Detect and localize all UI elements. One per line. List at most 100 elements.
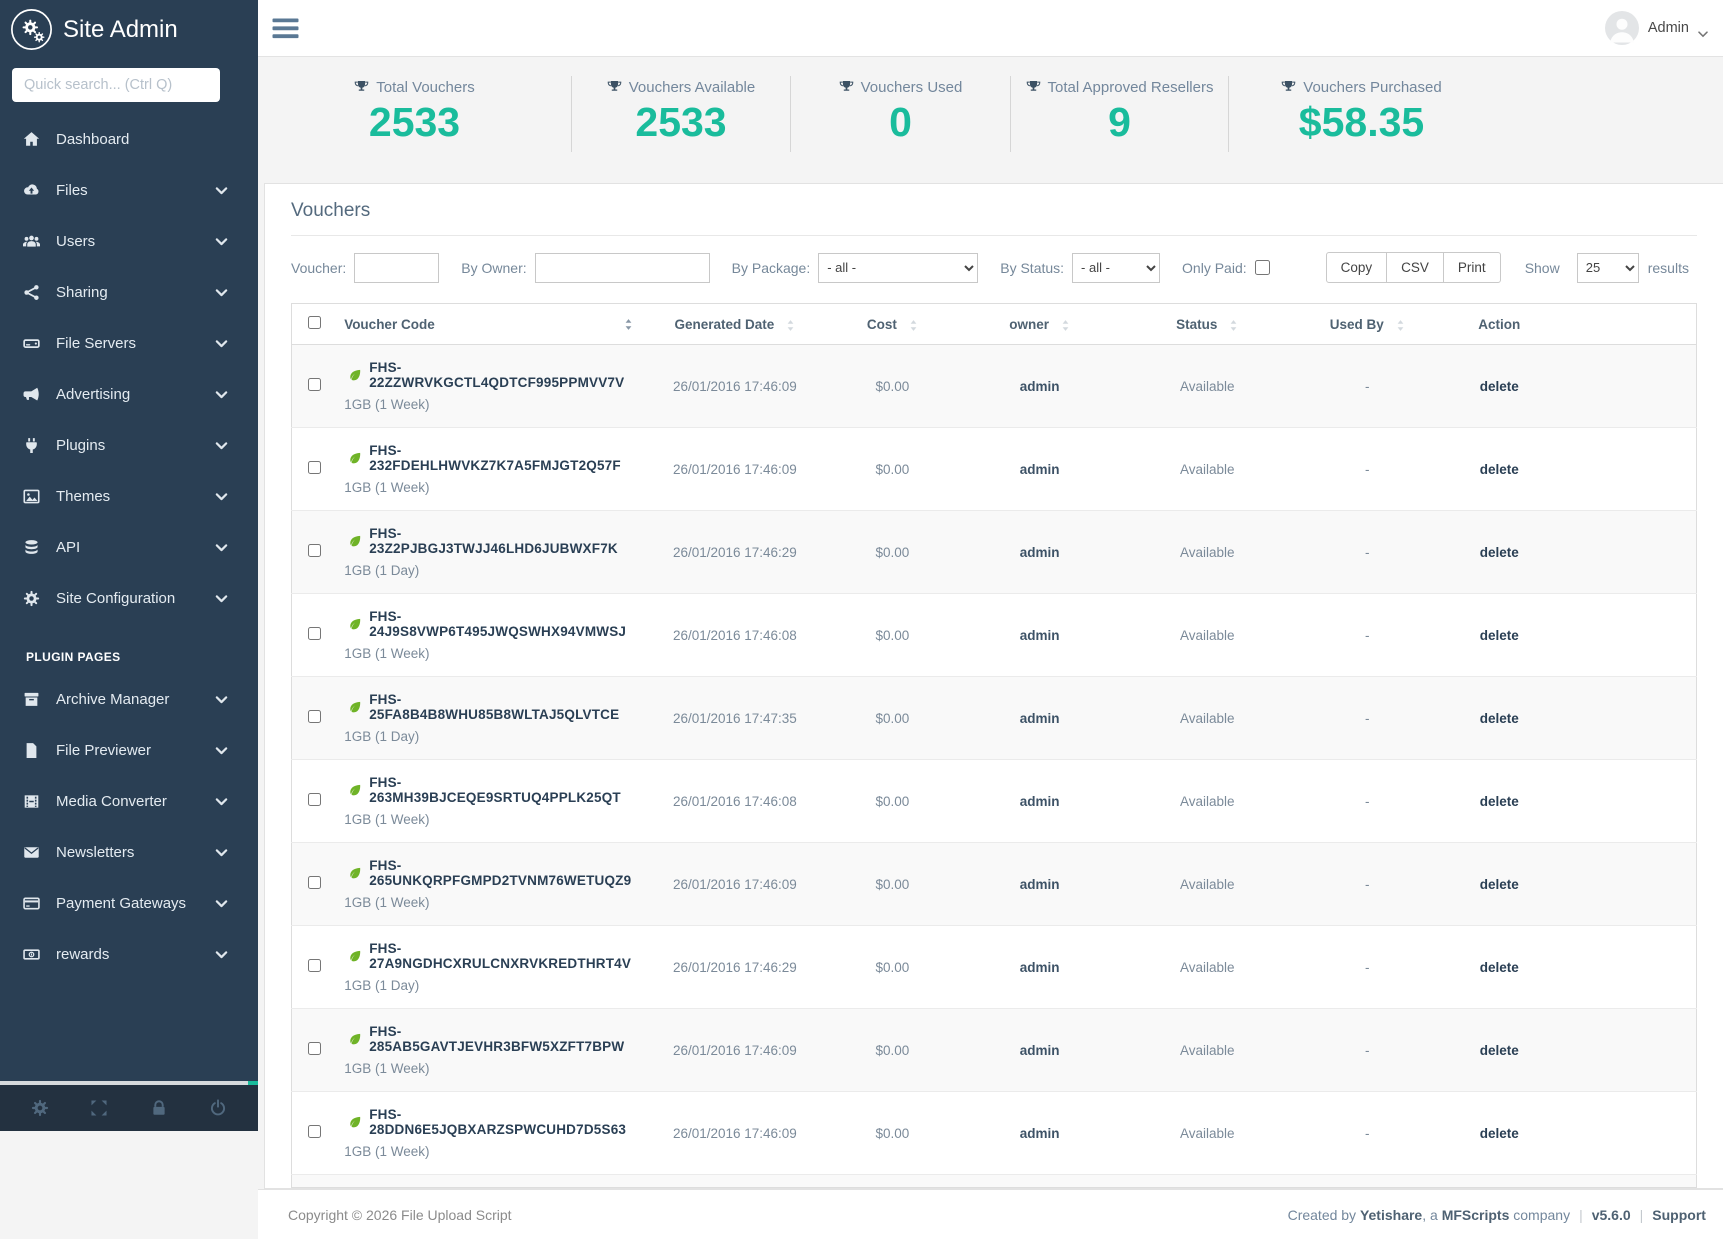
delete-link[interactable]: delete <box>1480 711 1519 726</box>
sidebar-item-file-servers[interactable]: File Servers <box>0 318 258 369</box>
sidebar-item-label: Site Configuration <box>56 590 175 607</box>
sidebar-item-label: rewards <box>56 946 109 963</box>
sidebar-item-api[interactable]: API <box>0 522 258 573</box>
voucher-code-link[interactable]: FHS-263MH39BJCEQE9SRTUQ4PPLK25QT <box>369 775 633 805</box>
delete-link[interactable]: delete <box>1480 462 1519 477</box>
row-checkbox[interactable] <box>308 959 321 972</box>
delete-link[interactable]: delete <box>1480 379 1519 394</box>
vouchers-table: Voucher CodeGenerated DateCost owner Statu… <box>291 303 1697 1188</box>
show-count-select[interactable]: 25 <box>1577 253 1639 283</box>
table-row: FHS-28DDN6E5JQBXARZSPWCUHD7D5S631GB (1 W… <box>292 1092 1697 1175</box>
row-checkbox[interactable] <box>308 544 321 557</box>
file-icon <box>22 742 41 759</box>
column-header-used-by[interactable]: Used By <box>1291 304 1443 345</box>
voucher-code-link[interactable]: FHS-232FDEHLHWVKZ7K7A5FMJGT2Q57F <box>369 443 633 473</box>
status: Available <box>1123 345 1291 428</box>
column-header-voucher-code[interactable]: Voucher Code <box>336 304 641 345</box>
row-checkbox[interactable] <box>308 461 321 474</box>
sidebar-item-archive-manager[interactable]: Archive Manager <box>0 674 258 725</box>
voucher-code-link[interactable]: FHS-27A9NGDHCXRULCNXRVKREDTHRT4V <box>369 941 633 971</box>
fullscreen-button[interactable] <box>90 1099 108 1117</box>
sort-icon[interactable] <box>624 318 633 331</box>
copy-button[interactable]: Copy <box>1326 252 1388 283</box>
table-row: FHS-23Z2PJBGJ3TWJJ46LHD6JUBWXF7K1GB (1 D… <box>292 511 1697 594</box>
row-checkbox[interactable] <box>308 378 321 391</box>
package-select[interactable]: - all - <box>818 253 978 283</box>
voucher-code-link[interactable]: FHS-28DDN6E5JQBXARZSPWCUHD7D5S63 <box>369 1107 633 1137</box>
owner: admin <box>956 511 1124 594</box>
delete-link[interactable]: delete <box>1480 545 1519 560</box>
delete-link[interactable]: delete <box>1480 960 1519 975</box>
column-header-owner[interactable]: owner <box>956 304 1124 345</box>
voucher-code-link[interactable]: FHS-22ZZWRVKGCTL4QDTCF995PPMVV7V <box>369 360 633 390</box>
row-checkbox[interactable] <box>308 627 321 640</box>
owner-filter-input[interactable] <box>535 253 710 283</box>
print-button[interactable]: Print <box>1443 252 1501 283</box>
sidebar-search-input[interactable] <box>12 68 220 102</box>
sort-icon[interactable] <box>909 319 918 332</box>
row-checkbox[interactable] <box>308 793 321 806</box>
yetishare-link[interactable]: Yetishare <box>1360 1207 1422 1223</box>
sidebar-item-newsletters[interactable]: Newsletters <box>0 827 258 878</box>
action-cell: delete <box>1443 677 1555 760</box>
sidebar-item-payment-gateways[interactable]: Payment Gateways <box>0 878 258 929</box>
sort-icon[interactable] <box>1229 319 1238 332</box>
sidebar-item-themes[interactable]: Themes <box>0 471 258 522</box>
credits-text: , a <box>1422 1207 1441 1223</box>
status-filter: By Status: - all - <box>1000 253 1160 283</box>
select-all-checkbox[interactable] <box>308 316 321 329</box>
sidebar-item-files[interactable]: Files <box>0 165 258 216</box>
user-menu[interactable]: Admin <box>1605 11 1708 45</box>
status-select[interactable]: - all - <box>1072 253 1160 283</box>
sidebar-item-site-configuration[interactable]: Site Configuration <box>0 573 258 624</box>
owner: admin <box>956 926 1124 1009</box>
sidebar-item-rewards[interactable]: rewards <box>0 929 258 980</box>
support-link[interactable]: Support <box>1652 1207 1706 1223</box>
power-button[interactable] <box>209 1099 227 1117</box>
delete-link[interactable]: delete <box>1480 1043 1519 1058</box>
delete-link[interactable]: delete <box>1480 628 1519 643</box>
sort-icon[interactable] <box>1396 319 1405 332</box>
sidebar-item-advertising[interactable]: Advertising <box>0 369 258 420</box>
sidebar-item-dashboard[interactable]: Dashboard <box>0 114 258 165</box>
delete-link[interactable]: delete <box>1480 877 1519 892</box>
column-header-generated-date[interactable]: Generated Date <box>641 304 829 345</box>
settings-button[interactable] <box>31 1099 49 1117</box>
column-label: owner <box>1009 317 1049 332</box>
sidebar-item-users[interactable]: Users <box>0 216 258 267</box>
action-cell: delete <box>1443 511 1555 594</box>
sidebar-item-media-converter[interactable]: Media Converter <box>0 776 258 827</box>
voucher-filter-input[interactable] <box>354 253 439 283</box>
row-checkbox[interactable] <box>308 1042 321 1055</box>
row-checkbox[interactable] <box>308 1125 321 1138</box>
menu-toggle-button[interactable] <box>272 18 299 39</box>
lock-button[interactable] <box>150 1099 168 1117</box>
row-checkbox[interactable] <box>308 876 321 889</box>
sidebar-item-file-previewer[interactable]: File Previewer <box>0 725 258 776</box>
csv-button[interactable]: CSV <box>1386 252 1444 283</box>
stat-label-text: Total Approved Resellers <box>1048 79 1214 96</box>
chevron-down-icon <box>212 284 231 301</box>
row-checkbox-cell <box>292 926 337 1009</box>
row-checkbox[interactable] <box>308 710 321 723</box>
sort-icon[interactable] <box>1061 319 1070 332</box>
sort-icon[interactable] <box>786 319 795 332</box>
voucher-code-link[interactable]: FHS-23Z2PJBGJ3TWJJ46LHD6JUBWXF7K <box>369 526 633 556</box>
delete-link[interactable]: delete <box>1480 794 1519 809</box>
voucher-package: 1GB (1 Day) <box>344 978 633 993</box>
stat-label: Vouchers Used <box>799 79 1002 96</box>
mfscripts-link[interactable]: MFScripts <box>1442 1207 1510 1223</box>
sidebar-item-plugins[interactable]: Plugins <box>0 420 258 471</box>
voucher-code-link[interactable]: FHS-24J9S8VWP6T495JWQSWHX94VMWSJ <box>369 609 633 639</box>
voucher-code-link[interactable]: FHS-25FA8B4B8WHU85B8WLTAJ5QLVTCE <box>369 692 633 722</box>
delete-link[interactable]: delete <box>1480 1126 1519 1141</box>
generated-date: 26/01/2016 17:46:09 <box>641 1009 829 1092</box>
sidebar-item-sharing[interactable]: Sharing <box>0 267 258 318</box>
voucher-code-link[interactable]: FHS-265UNKQRPFGMPD2TVNM76WETUQZ9 <box>369 858 633 888</box>
chevron-down-icon <box>212 539 231 556</box>
column-header-cost[interactable]: Cost <box>829 304 956 345</box>
only-paid-checkbox[interactable] <box>1255 260 1270 275</box>
voucher-code-link[interactable]: FHS-285AB5GAVTJEVHR3BFW5XZFT7BPW <box>369 1024 633 1054</box>
column-header-status[interactable]: Status <box>1123 304 1291 345</box>
share-icon <box>22 284 41 301</box>
